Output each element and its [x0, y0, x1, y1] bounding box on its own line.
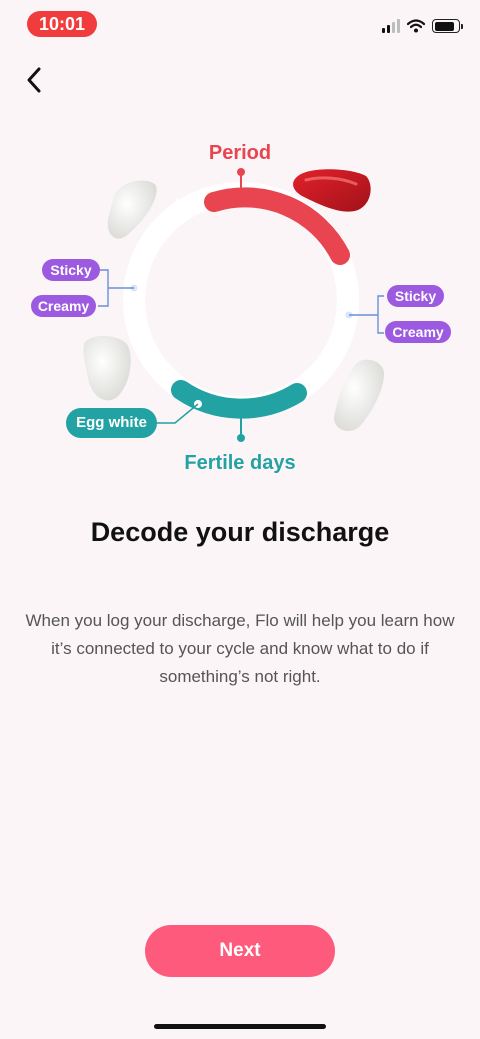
next-button[interactable]: Next [145, 925, 335, 977]
back-button[interactable] [16, 62, 52, 98]
egg-white-tag: Egg white [66, 408, 157, 438]
status-icons [382, 18, 463, 34]
status-time: 10:01 [27, 11, 97, 37]
sticky-tag-left: Sticky [42, 259, 100, 281]
creamy-tag-right: Creamy [385, 321, 451, 343]
status-bar: 10:01 [0, 0, 480, 48]
cellular-signal-icon [382, 19, 400, 33]
chevron-left-icon [27, 67, 41, 93]
creamy-smear-right-icon [334, 359, 384, 432]
battery-icon [432, 19, 463, 33]
sticky-tag-right: Sticky [387, 285, 444, 307]
home-indicator[interactable] [154, 1024, 326, 1029]
wifi-icon [407, 19, 425, 33]
period-label: Period [208, 142, 272, 164]
description-text: When you log your discharge, Flo will he… [25, 611, 455, 686]
fertile-days-label: Fertile days [184, 452, 296, 474]
creamy-smear-left-icon [83, 335, 131, 401]
page-title: Decode your discharge [90, 517, 390, 547]
period-marker [237, 168, 245, 176]
creamy-tag-left: Creamy [31, 295, 96, 317]
fertile-marker [237, 434, 245, 442]
